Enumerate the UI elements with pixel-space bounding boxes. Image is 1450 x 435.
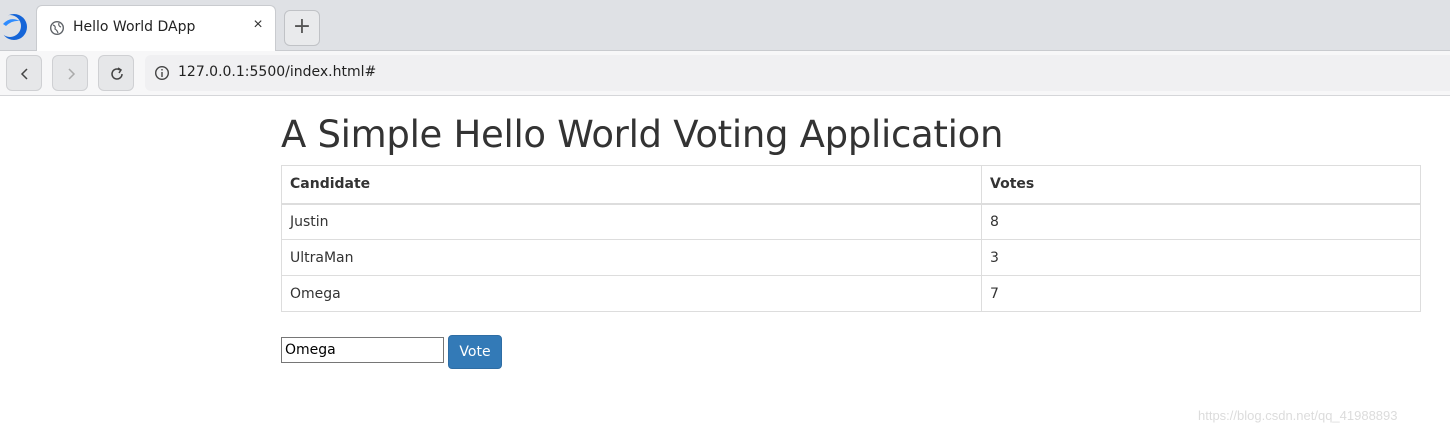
browser-logo-icon[interactable] [0, 12, 30, 42]
reload-button[interactable] [98, 55, 134, 91]
vote-button[interactable]: Vote [448, 335, 502, 369]
page-title: A Simple Hello World Voting Application [281, 113, 1004, 156]
tab-active[interactable]: Hello World DApp × [36, 5, 276, 51]
vote-count: 7 [981, 275, 1421, 312]
table-row: Omega 7 [281, 275, 1421, 312]
column-header-votes: Votes [981, 165, 1421, 205]
browser-toolbar: 127.0.0.1:5500/index.html# [0, 51, 1450, 96]
candidate-table: Candidate Votes Justin 8 UltraMan 3 Omeg… [281, 165, 1421, 312]
table-row: UltraMan 3 [281, 239, 1421, 276]
table-header-row: Candidate Votes [281, 165, 1421, 205]
candidate-name: UltraMan [281, 239, 982, 276]
column-header-candidate: Candidate [281, 165, 982, 205]
candidate-input[interactable] [281, 337, 444, 363]
forward-button[interactable] [52, 55, 88, 91]
back-button[interactable] [6, 55, 42, 91]
globe-icon [49, 20, 65, 36]
tab-bar: Hello World DApp × + [0, 0, 1450, 51]
vote-count: 3 [981, 239, 1421, 276]
address-bar[interactable]: 127.0.0.1:5500/index.html# [145, 55, 1450, 91]
info-icon[interactable] [154, 65, 170, 81]
url-text: 127.0.0.1:5500/index.html# [178, 64, 377, 80]
new-tab-button[interactable]: + [284, 10, 320, 46]
table-row: Justin 8 [281, 203, 1421, 240]
forward-arrow-icon [68, 68, 76, 80]
vote-count: 8 [981, 203, 1421, 240]
back-arrow-icon [20, 68, 28, 80]
candidate-name: Justin [281, 203, 982, 240]
candidate-name: Omega [281, 275, 982, 312]
close-icon[interactable]: × [249, 16, 267, 34]
tab-title: Hello World DApp [73, 19, 196, 35]
reload-icon [111, 67, 123, 80]
watermark: https://blog.csdn.net/qq_41988893 [1198, 408, 1398, 423]
